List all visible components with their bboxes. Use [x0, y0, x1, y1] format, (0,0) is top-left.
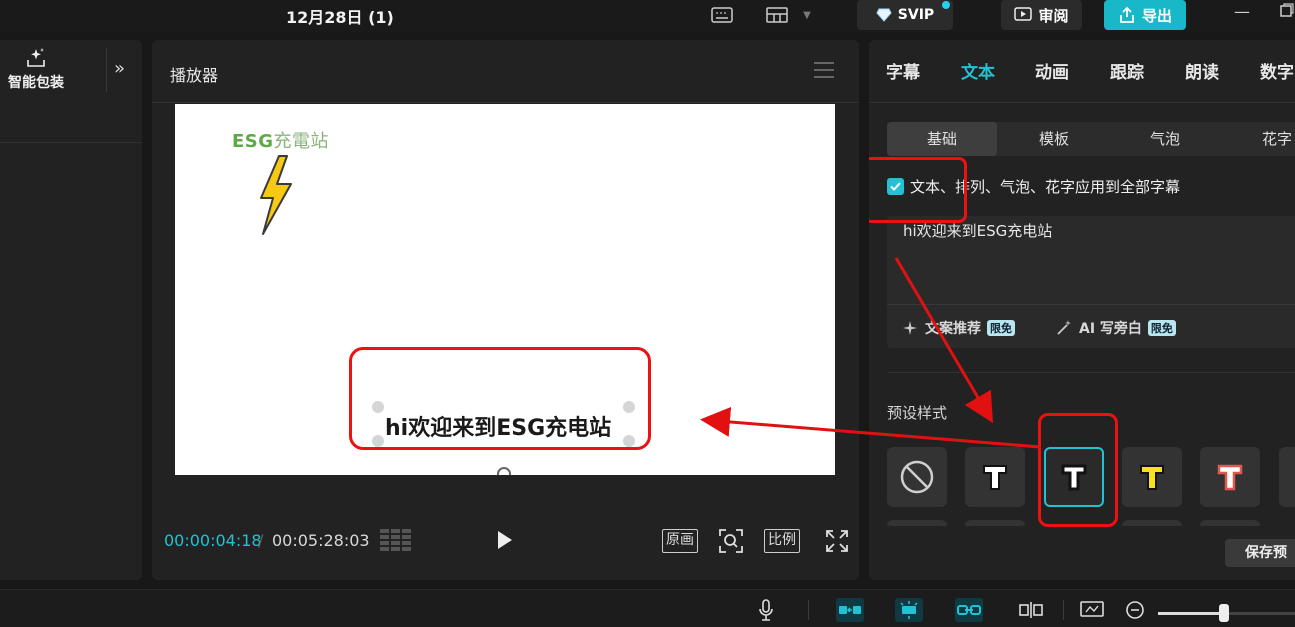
- divider: [869, 102, 1295, 103]
- annotation-highlight: [1038, 413, 1118, 527]
- split-icon[interactable]: [1017, 598, 1045, 622]
- ai-narration-button[interactable]: AI 写旁白 限免: [1055, 318, 1176, 338]
- copy-suggestion-button[interactable]: 文案推荐 限免: [901, 318, 1015, 338]
- rotate-handle[interactable]: [497, 467, 511, 475]
- subtab-template[interactable]: 模板: [999, 122, 1109, 156]
- canvas-logo: ESG充電站: [232, 127, 329, 153]
- chevron-down-icon[interactable]: ▼: [795, 4, 819, 26]
- svip-button[interactable]: SVIP: [857, 0, 953, 30]
- subtab-bubble[interactable]: 气泡: [1110, 122, 1220, 156]
- microphone-icon[interactable]: [752, 598, 780, 622]
- text-style-icon: [1217, 464, 1243, 491]
- zoom-fit-icon[interactable]: [718, 528, 744, 554]
- text-style-icon: [1140, 465, 1164, 490]
- zoom-slider-knob[interactable]: [1219, 604, 1229, 622]
- diamond-icon: [876, 8, 892, 22]
- lightning-bolt-icon: [260, 155, 292, 235]
- zoom-fill: [1158, 612, 1220, 615]
- maximize-icon[interactable]: [1280, 2, 1294, 21]
- expand-icon[interactable]: »: [114, 58, 125, 79]
- sparkle-icon: [903, 321, 917, 335]
- tab-tracking[interactable]: 跟踪: [1110, 58, 1144, 83]
- text-content-value[interactable]: hi欢迎来到ESG充电站: [903, 220, 1052, 241]
- fullscreen-icon[interactable]: [824, 528, 850, 554]
- review-label: 审阅: [1038, 6, 1069, 25]
- aspect-ratio-button[interactable]: 比例: [764, 529, 800, 553]
- properties-panel: 字幕 文本 动画 跟踪 朗读 数字 基础 模板 气泡 花字 文本、排列、气泡、花…: [869, 40, 1295, 580]
- property-tabs: 字幕 文本 动画 跟踪 朗读 数字: [869, 58, 1295, 88]
- free-badge: 限免: [1147, 320, 1176, 336]
- layout-icon[interactable]: [765, 4, 789, 26]
- subtab-basic[interactable]: 基础: [887, 122, 997, 156]
- tab-text[interactable]: 文本: [961, 58, 995, 83]
- copy-suggestion-label: 文案推荐: [925, 321, 981, 337]
- player-title: 播放器: [170, 66, 219, 85]
- project-title: 12月28日 (1): [286, 8, 394, 27]
- original-quality-button[interactable]: 原画: [662, 529, 698, 553]
- no-style-icon: [900, 460, 934, 494]
- text-subtabs: 基础 模板 气泡 花字: [887, 122, 1295, 156]
- keyboard-icon[interactable]: [710, 4, 734, 26]
- preset-red-outline[interactable]: [1200, 447, 1260, 507]
- export-button[interactable]: 导出: [1104, 0, 1186, 30]
- svip-label: SVIP: [897, 7, 935, 23]
- text-style-icon: [983, 465, 1007, 490]
- logo-cjk: 充電站: [273, 131, 330, 152]
- magic-wand-icon: [1057, 320, 1071, 335]
- divider: [1063, 600, 1064, 620]
- divider: [0, 142, 142, 143]
- link-icon[interactable]: [955, 598, 983, 622]
- divider: [106, 48, 107, 92]
- minimize-icon[interactable]: —: [1234, 2, 1250, 21]
- preview-axis-icon[interactable]: [1078, 598, 1106, 622]
- link-main-track-icon[interactable]: [836, 598, 864, 622]
- tab-animation[interactable]: 动画: [1035, 58, 1069, 83]
- annotation-highlight: [869, 157, 967, 223]
- sparkle-package-icon: [27, 48, 45, 67]
- play-button[interactable]: [498, 531, 512, 549]
- menu-icon[interactable]: [814, 62, 834, 78]
- ai-narration-label: AI 写旁白: [1079, 321, 1142, 337]
- timeline-toolbar: [0, 589, 1295, 627]
- zoom-out-icon[interactable]: [1121, 598, 1149, 622]
- current-time: 00:00:04:18: [164, 531, 262, 550]
- top-bar: 12月28日 (1) ▼ SVIP 审阅 导出 —: [0, 0, 1295, 32]
- review-icon: [1014, 7, 1033, 21]
- notification-dot: [942, 1, 950, 9]
- tab-read-aloud[interactable]: 朗读: [1185, 58, 1219, 83]
- smart-pack-button[interactable]: 智能包装: [0, 46, 72, 92]
- preset-more[interactable]: [1279, 447, 1295, 507]
- free-badge: 限免: [987, 320, 1015, 336]
- review-button[interactable]: 审阅: [1001, 0, 1082, 30]
- save-preset-button[interactable]: 保存预: [1225, 539, 1295, 567]
- annotation-highlight: [349, 347, 651, 450]
- smart-pack-label: 智能包装: [8, 75, 64, 91]
- divider: [152, 102, 859, 103]
- text-content-input[interactable]: hi欢迎来到ESG充电站 文案推荐 限免 AI 写旁白 限免: [887, 216, 1295, 348]
- total-time: 00:05:28:03: [272, 531, 370, 550]
- magnet-icon[interactable]: [895, 598, 923, 622]
- preset-none[interactable]: [887, 447, 947, 507]
- tab-subtitle[interactable]: 字幕: [886, 58, 920, 83]
- preset-white-outline[interactable]: [965, 447, 1025, 507]
- divider: [887, 372, 1295, 373]
- tab-digital[interactable]: 数字: [1260, 58, 1294, 83]
- player-panel: 播放器 ESG充電站 hi欢迎来到ESG充电站 00:00:04:18 / 00…: [152, 40, 859, 580]
- logo-latin: ESG: [232, 131, 274, 152]
- export-label: 导出: [1141, 6, 1172, 25]
- timecode-grid-icon[interactable]: [380, 529, 412, 553]
- divider: [887, 304, 1295, 305]
- preset-yellow[interactable]: [1122, 447, 1182, 507]
- divider: [808, 600, 809, 620]
- subtab-fancy-text[interactable]: 花字: [1222, 122, 1295, 156]
- left-panel: 智能包装 »: [0, 40, 142, 580]
- time-separator: /: [258, 531, 264, 550]
- export-icon: [1120, 6, 1134, 23]
- preset-styles-title: 预设样式: [887, 404, 948, 422]
